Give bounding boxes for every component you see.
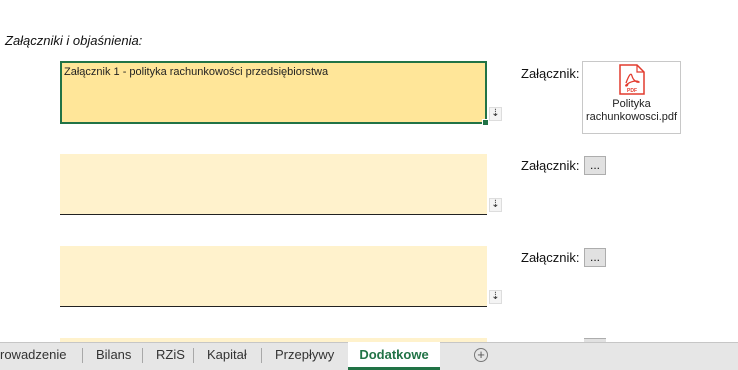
tab-separator [142, 348, 143, 363]
tab-przeplywy[interactable]: Przepływy [275, 343, 337, 370]
attachment-label-1: Załącznik: [521, 66, 580, 81]
attachment-label-3: Załącznik: [521, 250, 580, 265]
browse-attachment-button-3[interactable]: ... [584, 248, 606, 267]
attachment-file-name: Polityka rachunkowosci.pdf [583, 98, 680, 124]
scroll-down-icon[interactable]: ⇣ [489, 198, 502, 212]
section-title: Załączniki i objaśnienia: [5, 33, 143, 48]
tab-separator [82, 348, 83, 363]
tab-separator [193, 348, 194, 363]
selection-fill-handle[interactable] [482, 119, 489, 126]
pdf-icon-text: PDF [627, 88, 637, 94]
file-name-line-1: Polityka [612, 98, 651, 110]
tab-rzis[interactable]: RZiS [156, 343, 186, 370]
add-sheet-icon[interactable]: + [474, 348, 488, 362]
note-field-2[interactable] [60, 154, 487, 215]
tab-bilans[interactable]: Bilans [96, 343, 136, 370]
attachment-label-2: Załącznik: [521, 158, 580, 173]
sheet-tab-bar: rowadzenie Bilans RZiS Kapitał Przepływy… [0, 342, 738, 370]
file-name-line-2: rachunkowosci.pdf [585, 111, 678, 123]
tab-kapital[interactable]: Kapitał [207, 343, 252, 370]
scroll-down-icon[interactable]: ⇣ [489, 290, 502, 304]
tab-dodatkowe[interactable]: Dodatkowe [348, 342, 440, 370]
note-field-3[interactable] [60, 246, 487, 307]
attachment-file-1[interactable]: PDF Polityka rachunkowosci.pdf [582, 61, 681, 134]
pdf-file-icon: PDF [619, 64, 645, 95]
note-field-1[interactable]: Załącznik 1 - polityka rachunkowości prz… [60, 61, 489, 126]
tab-separator [261, 348, 262, 363]
browse-attachment-button-2[interactable]: ... [584, 156, 606, 175]
scroll-down-icon[interactable]: ⇣ [489, 107, 502, 121]
tab-wprowadzenie[interactable]: rowadzenie [0, 343, 70, 370]
note-text-1: Załącznik 1 - polityka rachunkowości prz… [64, 66, 329, 78]
